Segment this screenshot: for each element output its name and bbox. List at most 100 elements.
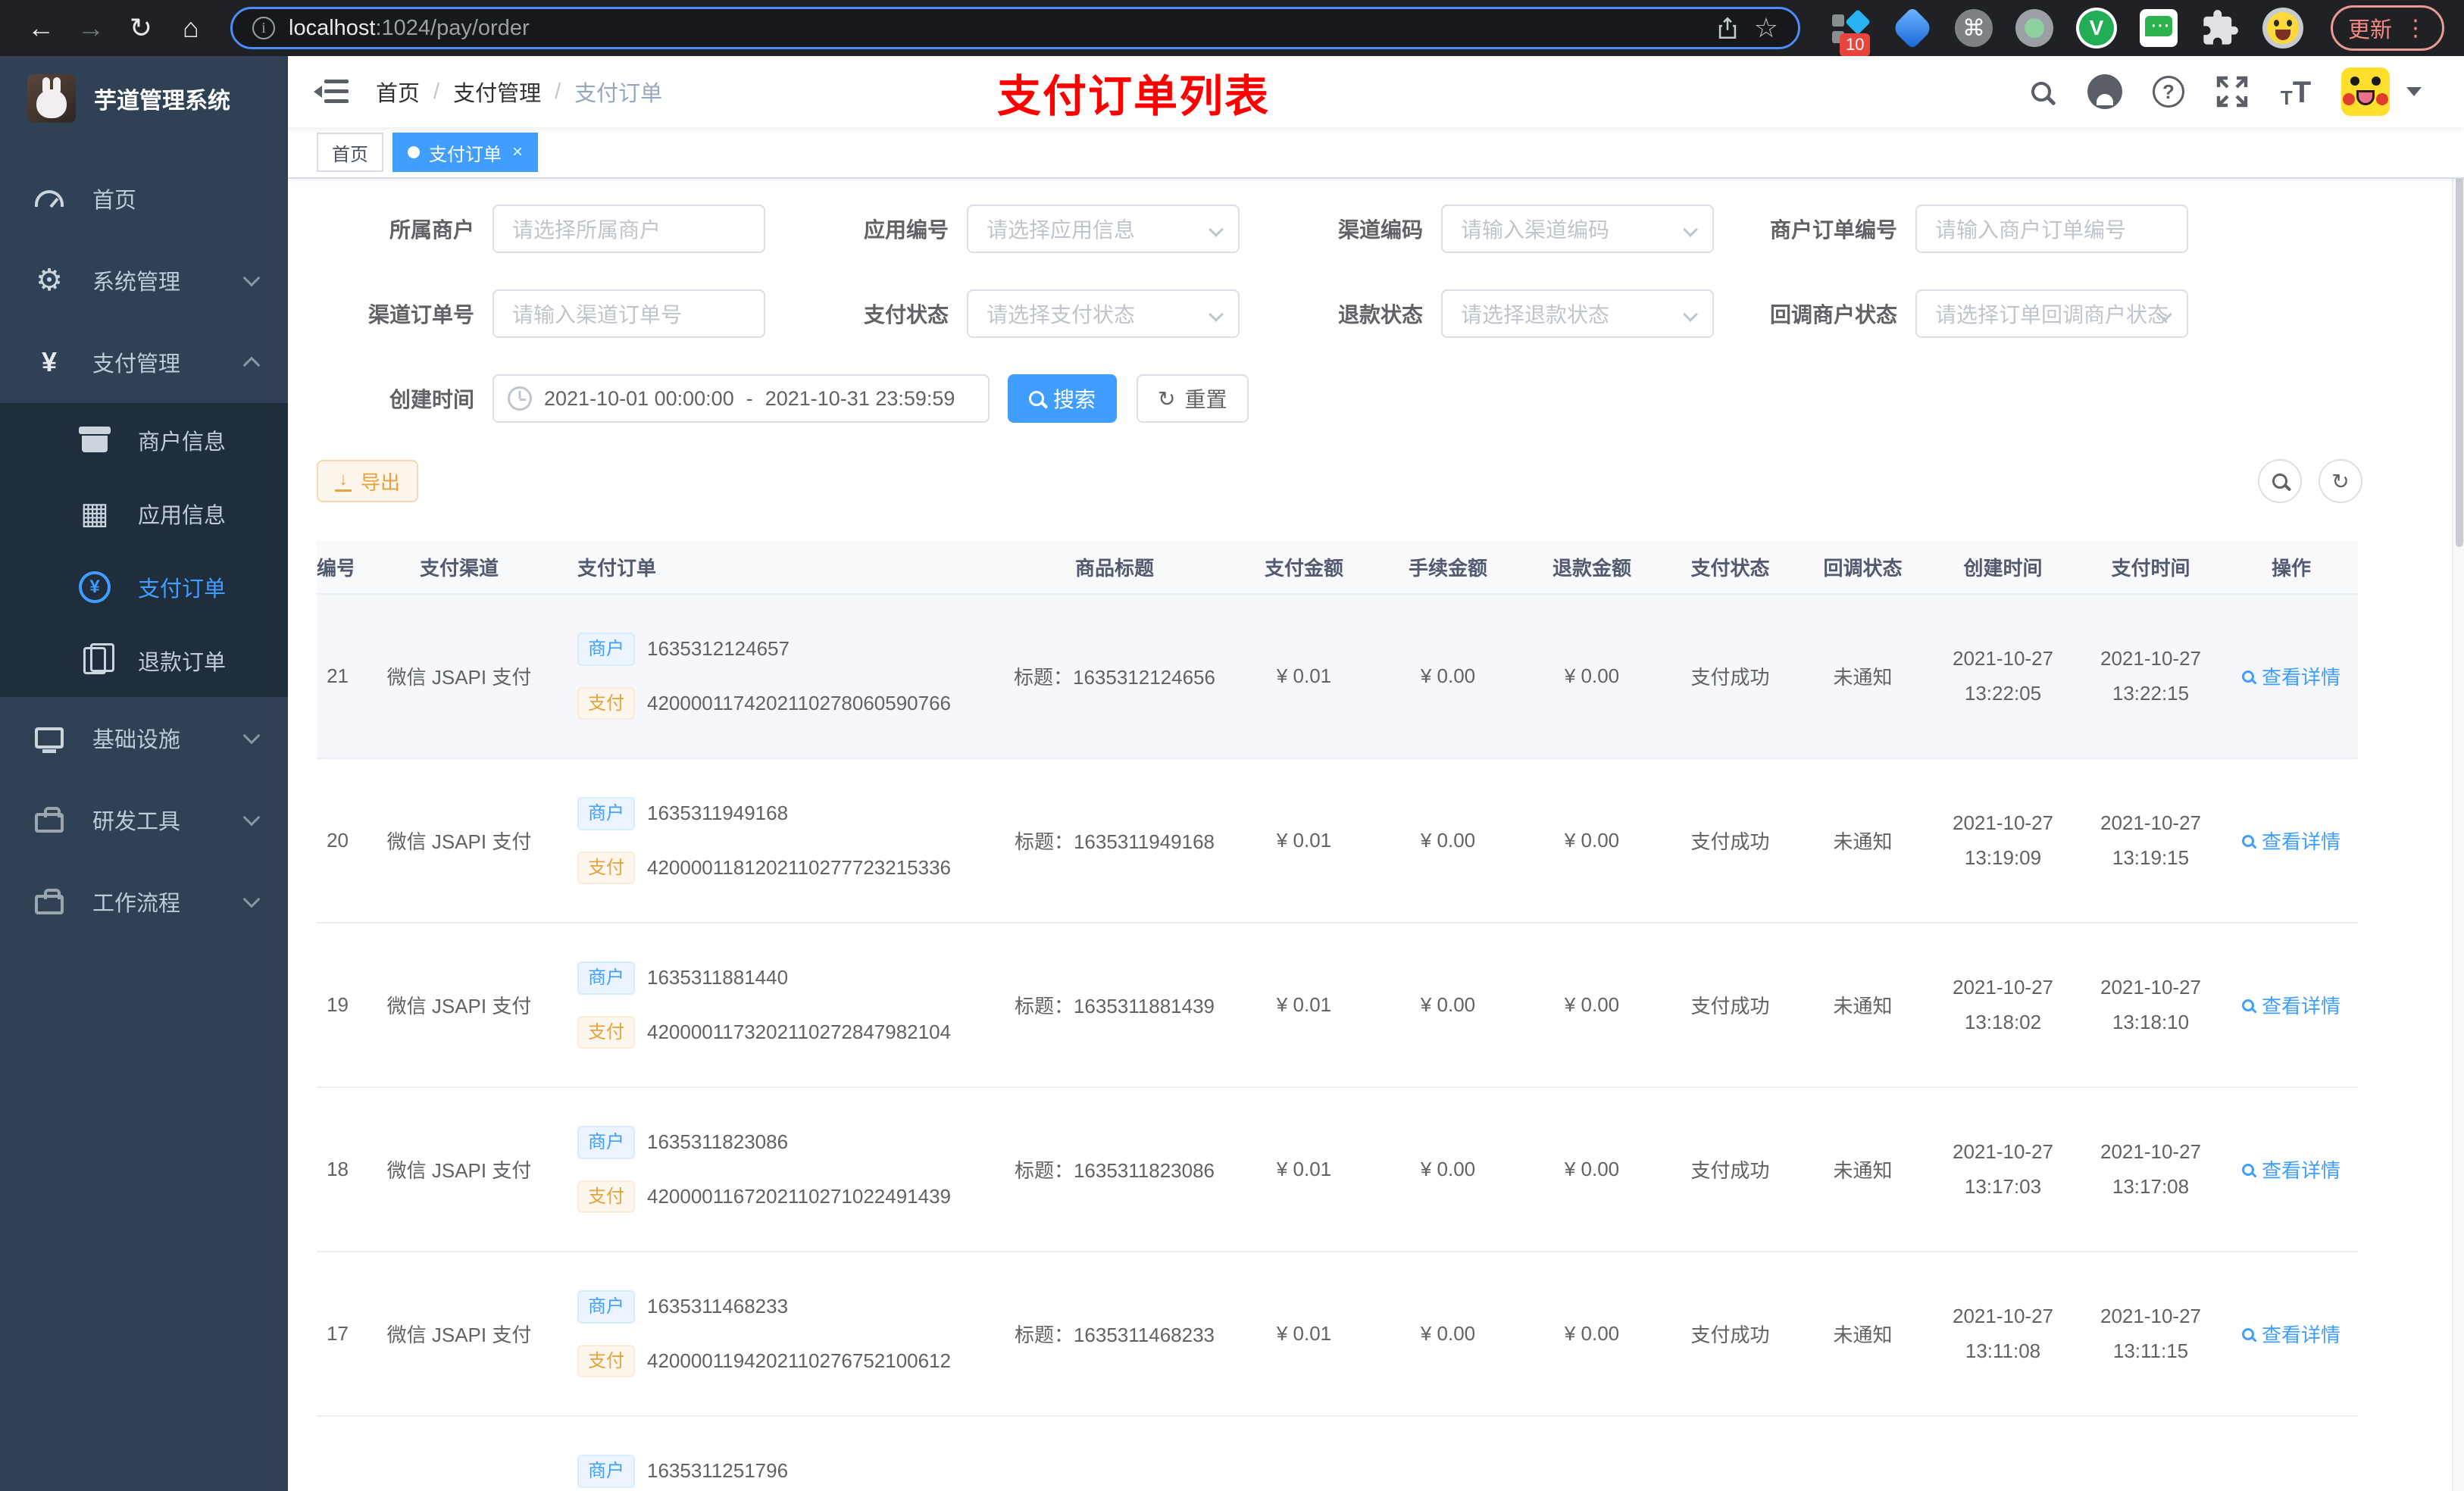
sidebar-item-pay-order[interactable]: 支付订单 [0, 550, 288, 624]
browser-home-button[interactable]: ⌂ [170, 7, 212, 49]
address-bar[interactable]: localhost:1024/pay/order ☆ [230, 7, 1800, 49]
tags-view-bar: 首页 支付订单 × [288, 127, 2464, 179]
reset-button[interactable]: 重置 [1137, 374, 1249, 423]
gem-extension-icon[interactable] [1890, 6, 1934, 50]
product-title [997, 1416, 1232, 1491]
site-info-icon[interactable] [252, 17, 275, 39]
pay-channel [353, 1416, 565, 1491]
view-detail-link[interactable]: 查看详情 [2241, 827, 2340, 855]
search-icon[interactable] [2023, 73, 2059, 110]
pay-order-no: 4200001181202110277723215336 [647, 855, 952, 879]
sidebar-item-refund-order[interactable]: 退款订单 [0, 624, 288, 697]
search-button[interactable]: 搜索 [1008, 374, 1118, 423]
paid-time: 2021-10-27 13:22:15 [2077, 594, 2225, 759]
merchant-order-input[interactable]: 请输入商户订单编号 [1915, 205, 2188, 253]
help-icon[interactable] [2150, 73, 2187, 110]
channel-code-select[interactable]: 请输入渠道编码 [1441, 205, 1714, 253]
sidebar-group-dev-tools[interactable]: 研发工具 [0, 779, 288, 861]
refund-amount: ¥ 0.00 [1520, 923, 1664, 1088]
channel-order-input[interactable]: 请输入渠道订单号 [492, 289, 765, 338]
col-created: 创建时间 [1929, 541, 2077, 595]
browser-forward-button[interactable]: → [70, 7, 112, 49]
view-detail-link[interactable]: 查看详情 [2241, 662, 2340, 690]
close-icon[interactable]: × [512, 142, 523, 163]
col-refund: 退款金额 [1520, 541, 1664, 595]
breadcrumb-home[interactable]: 首页 [376, 76, 420, 108]
fullscreen-icon[interactable] [2214, 73, 2250, 110]
toggle-search-button[interactable] [2258, 459, 2302, 503]
font-size-icon[interactable] [2278, 73, 2314, 110]
github-icon[interactable] [2087, 73, 2123, 110]
browser-menu-icon[interactable] [2404, 15, 2427, 42]
search-icon [1029, 391, 1044, 406]
user-avatar[interactable] [2341, 67, 2390, 116]
pay-order-table: 编号 支付渠道 支付订单 商品标题 支付金额 手续金额 退款金额 支付状态 回调… [317, 541, 2358, 1491]
search-icon [2241, 999, 2254, 1011]
command-extension-icon[interactable] [1954, 9, 1993, 47]
merchant-select[interactable]: 请选择所属商户 [492, 205, 765, 253]
created-time: 2021-10-27 13:17:03 [1929, 1087, 2077, 1252]
recorder-extension-icon[interactable] [2015, 9, 2053, 47]
view-detail-link[interactable]: 查看详情 [2241, 1155, 2340, 1183]
browser-update-button[interactable]: 更新 [2330, 5, 2444, 51]
pay-amount: ¥ 0.01 [1232, 594, 1376, 759]
dashboard-icon [30, 190, 68, 207]
export-button[interactable]: 导出 [317, 460, 419, 502]
navbar-icons [2023, 67, 2422, 116]
browser-reload-button[interactable]: ↻ [120, 7, 162, 49]
filter-label: 商户订单编号 [1769, 218, 1897, 242]
pay-status-select[interactable]: 请选择支付状态 [967, 289, 1240, 338]
bookmark-star-icon[interactable]: ☆ [1754, 14, 1778, 42]
merchant-order-no: 1635311251796 [647, 1459, 789, 1483]
sidebar-group-system[interactable]: 系统管理 [0, 239, 288, 321]
sketch-extension-icon[interactable]: 10 [1831, 8, 1871, 57]
app-select[interactable]: 请选择应用信息 [967, 205, 1240, 253]
table-row[interactable]: 19 微信 JSAPI 支付 商户 1635311881440 支付 42000… [317, 923, 2358, 1088]
refresh-table-button[interactable] [2319, 459, 2362, 503]
order-id: 20 [327, 829, 349, 852]
product-title: 标题：1635311823086 [997, 1087, 1232, 1252]
chat-extension-icon[interactable] [2139, 9, 2178, 47]
table-row[interactable]: 21 微信 JSAPI 支付 商户 1635312124657 支付 42000… [317, 594, 2358, 759]
table-row[interactable]: 17 微信 JSAPI 支付 商户 1635311468233 支付 42000… [317, 1252, 2358, 1417]
sidebar-group-infra[interactable]: 基础设施 [0, 697, 288, 779]
sidebar-item-home[interactable]: 首页 [0, 158, 288, 239]
pay-submenu: 商户信息 应用信息 支付订单 退款订单 [0, 403, 288, 697]
callback-status-select[interactable]: 请选择订单回调商户状态 [1915, 289, 2188, 338]
pay-amount: ¥ 0.01 [1232, 1252, 1376, 1417]
pay-status: 支付成功 [1664, 1252, 1796, 1417]
breadcrumb-pay[interactable]: 支付管理 [453, 76, 541, 108]
extensions-puzzle-icon[interactable] [2200, 8, 2240, 48]
fee-amount: ¥ 0.00 [1376, 1252, 1520, 1417]
vue-devtools-icon[interactable] [2075, 8, 2117, 48]
sidebar-group-pay[interactable]: 支付管理 [0, 321, 288, 403]
pay-tag: 支付 [577, 1344, 635, 1378]
created-time: 2021-10-27 13:11:08 [1929, 1252, 2077, 1417]
order-id: 18 [327, 1158, 349, 1180]
share-icon[interactable] [1715, 13, 1740, 43]
gear-icon [30, 263, 68, 298]
profile-avatar-icon[interactable] [2262, 8, 2303, 48]
monitor-icon [30, 727, 68, 749]
view-detail-link[interactable]: 查看详情 [2241, 991, 2340, 1019]
tab-home[interactable]: 首页 [317, 133, 383, 172]
create-time-range-input[interactable]: 2021-10-01 00:00:00 - 2021-10-31 23:59:5… [492, 374, 990, 423]
table-row[interactable]: 20 微信 JSAPI 支付 商户 1635311949168 支付 42000… [317, 758, 2358, 924]
sidebar-group-workflow[interactable]: 工作流程 [0, 861, 288, 942]
browser-back-button[interactable]: ← [20, 7, 62, 49]
avatar-caret-icon[interactable] [2406, 87, 2422, 96]
filter-label: 创建时间 [389, 388, 474, 411]
sidebar-item-app-info[interactable]: 应用信息 [0, 477, 288, 550]
sidebar-item-merchant-info[interactable]: 商户信息 [0, 403, 288, 477]
tab-pay-order[interactable]: 支付订单 × [392, 133, 539, 172]
chevron-down-icon [242, 808, 261, 827]
table-row[interactable]: 18 微信 JSAPI 支付 商户 1635311823086 支付 42000… [317, 1087, 2358, 1252]
refund-status-select[interactable]: 请选择退款状态 [1441, 289, 1714, 338]
fee-amount: ¥ 0.00 [1376, 923, 1520, 1088]
sidebar-collapse-icon[interactable] [314, 78, 349, 105]
table-row[interactable]: 商户 1635311251796 支付 查看详情 [317, 1416, 2358, 1491]
view-detail-link[interactable]: 查看详情 [2241, 1320, 2340, 1348]
page-scrollbar[interactable] [2452, 56, 2464, 1491]
product-title: 标题：1635312124656 [997, 594, 1232, 759]
app-logo[interactable]: 芋道管理系统 [0, 56, 288, 141]
